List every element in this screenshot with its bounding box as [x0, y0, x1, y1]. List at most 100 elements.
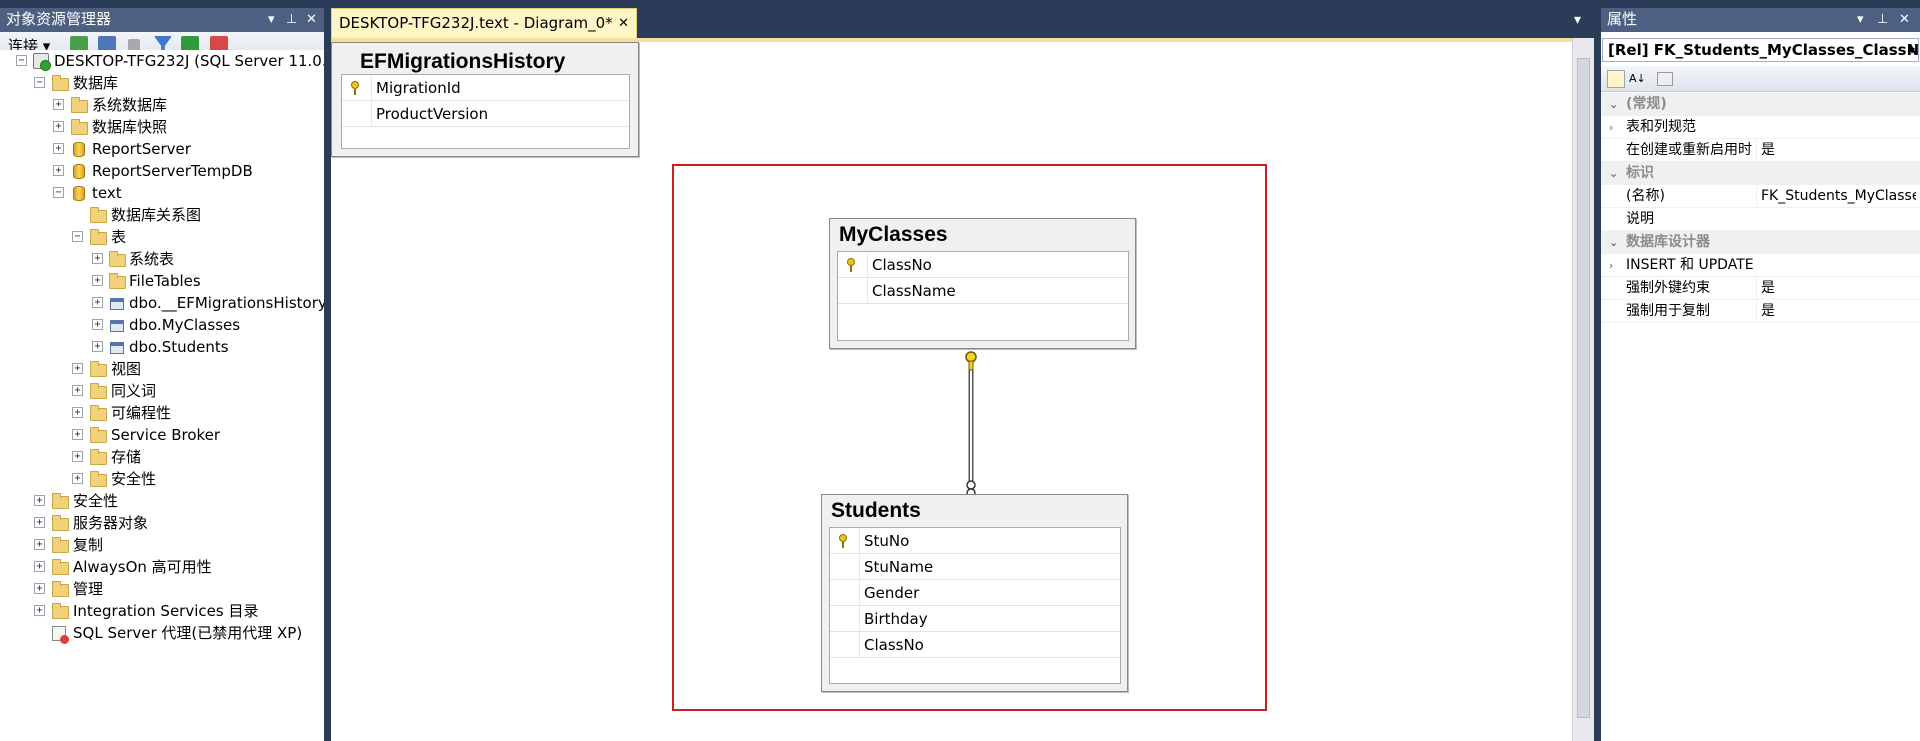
property-row[interactable]: (名称) FK_Students_MyClasses_ClassNo — [1601, 185, 1920, 208]
expand-icon[interactable]: + — [92, 253, 103, 264]
column-row[interactable]: ClassNo — [830, 632, 1120, 658]
expand-icon[interactable]: + — [34, 561, 45, 572]
column-row[interactable]: StuNo — [830, 528, 1120, 554]
collapse-icon[interactable]: − — [16, 55, 27, 66]
property-category[interactable]: ⌄ 数据库设计器 — [1601, 231, 1920, 254]
properties-toolbar: A↓ — [1601, 66, 1920, 92]
expand-icon[interactable]: + — [72, 451, 83, 462]
scrollbar-thumb[interactable] — [1577, 58, 1590, 718]
diagram-vertical-scrollbar[interactable] — [1572, 38, 1594, 741]
tree-label: ReportServer — [92, 140, 191, 158]
alphabetical-icon[interactable]: A↓ — [1629, 70, 1647, 88]
primary-key-icon — [839, 534, 847, 548]
expand-icon[interactable]: + — [72, 429, 83, 440]
tree-label: dbo.__EFMigrationsHistory — [129, 294, 324, 312]
expand-icon[interactable]: + — [92, 319, 103, 330]
expand-icon[interactable]: + — [72, 363, 83, 374]
tree-label: 可编程性 — [111, 404, 172, 422]
tree-label: 视图 — [111, 360, 142, 378]
diagram-table-efmigrationshistory[interactable]: EFMigrationsHistory MigrationId ProductV… — [331, 42, 639, 157]
property-row[interactable]: 强制用于复制 是 — [1601, 300, 1920, 323]
dropdown-icon[interactable]: ▾ — [1857, 8, 1864, 31]
collapse-icon[interactable]: ⌄ — [1609, 93, 1618, 116]
close-icon[interactable]: ✕ — [306, 8, 317, 31]
chevron-down-icon[interactable]: ▾ — [1909, 39, 1915, 61]
folder-icon — [52, 581, 69, 597]
folder-icon — [90, 405, 107, 421]
expand-icon[interactable]: › — [1609, 116, 1613, 139]
expand-icon[interactable]: + — [34, 517, 45, 528]
property-row[interactable]: › INSERT 和 UPDATE — [1601, 254, 1920, 277]
collapse-icon[interactable]: − — [34, 77, 45, 88]
collapse-icon[interactable]: − — [53, 187, 64, 198]
expand-icon[interactable]: + — [53, 121, 64, 132]
pin-icon[interactable]: ⊥ — [286, 8, 297, 31]
folder-icon — [71, 119, 88, 135]
expand-icon[interactable]: + — [72, 473, 83, 484]
relationship-line[interactable] — [956, 347, 986, 499]
document-list-dropdown-icon[interactable]: ▾ — [1574, 12, 1581, 28]
collapse-icon[interactable]: ⌄ — [1609, 231, 1618, 254]
property-row[interactable]: 说明 — [1601, 208, 1920, 231]
expand-icon[interactable]: + — [53, 143, 64, 154]
categorized-icon[interactable] — [1607, 70, 1625, 88]
property-value[interactable]: 是 — [1756, 300, 1916, 323]
property-row[interactable]: › 表和列规范 — [1601, 116, 1920, 139]
diagram-canvas[interactable]: EFMigrationsHistory MigrationId ProductV… — [331, 38, 1572, 741]
tab-diagram[interactable]: DESKTOP-TFG232J.text - Diagram_0* ✕ — [331, 8, 637, 39]
column-row[interactable]: ClassName — [838, 278, 1128, 304]
property-category[interactable]: ⌄ 标识 — [1601, 162, 1920, 185]
close-tab-icon[interactable]: ✕ — [618, 9, 629, 38]
property-value[interactable]: 是 — [1756, 277, 1916, 300]
expand-icon[interactable]: + — [34, 495, 45, 506]
property-name: 表和列规范 — [1626, 119, 1696, 135]
property-value[interactable]: 是 — [1756, 139, 1916, 162]
diagram-table-myclasses[interactable]: MyClasses ClassNo ClassName — [829, 218, 1136, 349]
expand-icon[interactable]: + — [34, 583, 45, 594]
expand-icon[interactable]: + — [92, 275, 103, 286]
table-icon — [110, 342, 124, 354]
property-row[interactable]: 在创建或重新启用时是 — [1601, 139, 1920, 162]
collapse-icon[interactable]: − — [72, 231, 83, 242]
properties-title: 属性 ▾ ⊥ ✕ — [1601, 8, 1920, 32]
property-row[interactable]: 强制外键约束 是 — [1601, 277, 1920, 300]
expand-icon[interactable]: + — [53, 99, 64, 110]
expand-icon[interactable]: + — [34, 539, 45, 550]
diagram-table-title: MyClasses — [839, 223, 948, 246]
expand-icon[interactable]: › — [1609, 254, 1613, 277]
folder-icon — [90, 207, 107, 223]
folder-icon — [52, 537, 69, 553]
property-value[interactable]: FK_Students_MyClasses_ClassNo — [1756, 185, 1916, 208]
collapse-icon[interactable]: ⌄ — [1609, 162, 1618, 185]
folder-icon — [90, 471, 107, 487]
tree-label: 表 — [111, 228, 127, 246]
column-row[interactable]: MigrationId — [342, 75, 629, 101]
object-selector-combo[interactable]: [Rel] FK_Students_MyClasses_ClassNo ▾ — [1602, 38, 1919, 62]
tree-label: 系统表 — [129, 250, 175, 268]
diagram-table-title: Students — [831, 499, 921, 522]
property-category[interactable]: ⌄ (常规) — [1601, 93, 1920, 116]
column-row[interactable]: ProductVersion — [342, 101, 629, 127]
close-icon[interactable]: ✕ — [1899, 8, 1910, 31]
row-selector — [830, 528, 860, 554]
column-row[interactable]: Birthday — [830, 606, 1120, 632]
expand-icon[interactable]: + — [34, 605, 45, 616]
tree-label: 管理 — [73, 580, 104, 598]
expand-icon[interactable]: + — [92, 297, 103, 308]
pin-icon[interactable]: ⊥ — [1877, 8, 1888, 31]
expand-icon[interactable]: + — [72, 385, 83, 396]
expand-icon[interactable]: + — [72, 407, 83, 418]
column-row[interactable]: StuName — [830, 554, 1120, 580]
folder-icon — [52, 515, 69, 531]
expand-icon[interactable]: + — [53, 165, 64, 176]
column-row[interactable]: Gender — [830, 580, 1120, 606]
tree-label: 复制 — [73, 536, 104, 554]
expand-icon[interactable]: + — [92, 341, 103, 352]
diagram-table-students[interactable]: Students StuNo StuName Gender Birthday C… — [821, 494, 1128, 692]
column-row[interactable]: ClassNo — [838, 252, 1128, 278]
object-explorer-title: 对象资源管理器 ▾ ⊥ ✕ — [0, 8, 324, 32]
table-icon — [110, 320, 124, 332]
dropdown-icon[interactable]: ▾ — [268, 8, 275, 31]
property-pages-icon[interactable] — [1657, 72, 1673, 86]
tree-node-server[interactable]: − DESKTOP-TFG232J (SQL Server 11.0.2 — [0, 50, 324, 72]
